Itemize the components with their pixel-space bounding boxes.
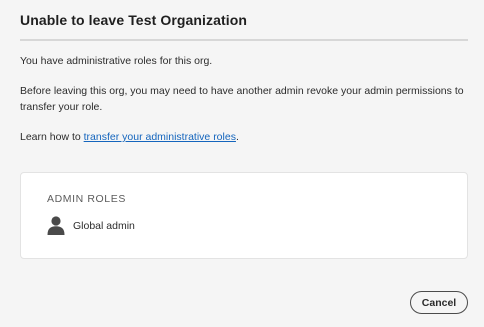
transfer-roles-link[interactable]: transfer your administrative roles	[84, 131, 236, 143]
role-label: Global admin	[73, 219, 135, 232]
user-icon	[47, 216, 65, 235]
admin-roles-notice: You have administrative roles for this o…	[20, 55, 213, 67]
title-divider	[20, 39, 468, 41]
cancel-button[interactable]: Cancel	[410, 291, 468, 314]
learn-more-text: Learn how to transfer your administrativ…	[20, 129, 464, 145]
role-item: Global admin	[47, 216, 135, 235]
learn-more-suffix: .	[235, 131, 239, 143]
revoke-instructions: Before leaving this org, you may need to…	[20, 85, 464, 113]
admin-roles-card: ADMIN ROLES Global admin	[20, 172, 468, 259]
dialog-title: Unable to leave Test Organization	[20, 12, 248, 28]
admin-roles-heading: ADMIN ROLES	[47, 193, 126, 205]
leave-org-dialog: Unable to leave Test Organization You ha…	[0, 0, 484, 327]
learn-more-prefix: Learn how to	[20, 131, 84, 143]
